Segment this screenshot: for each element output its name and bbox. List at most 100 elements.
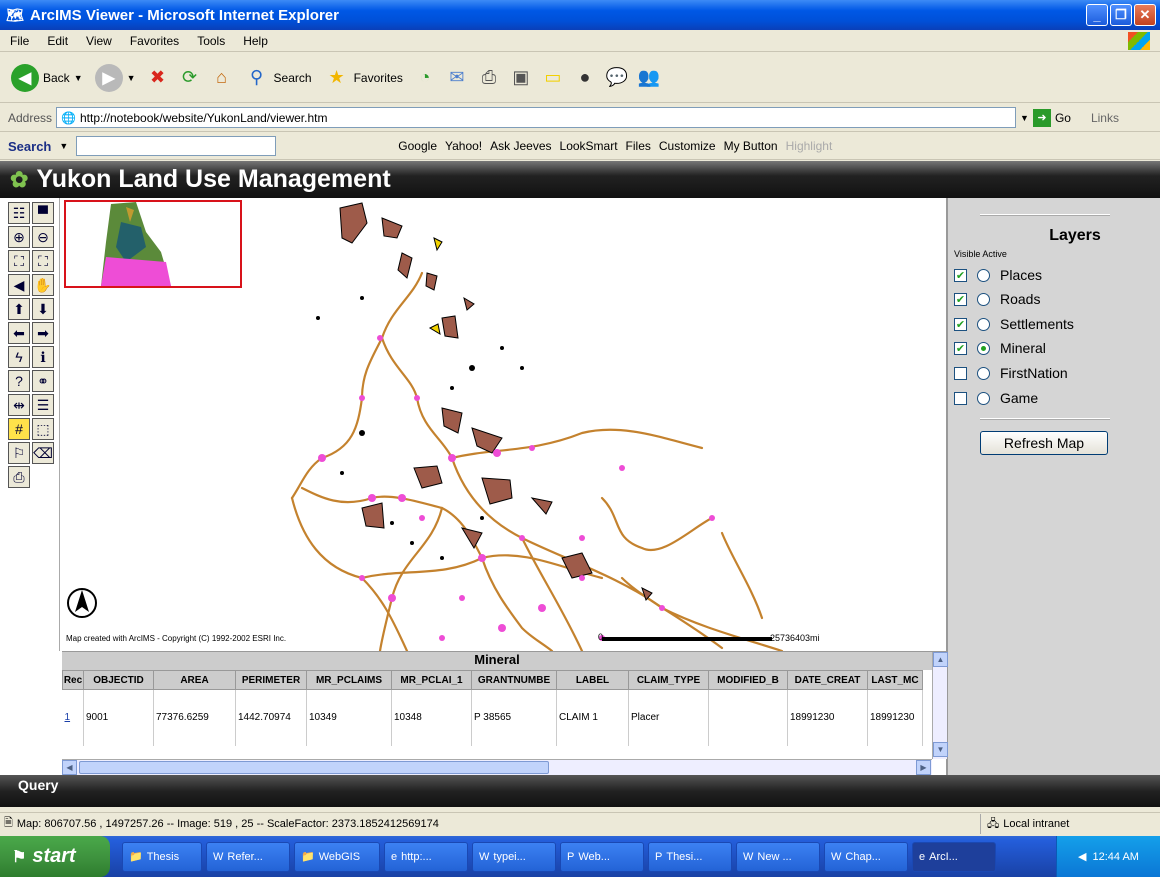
print-icon[interactable]: ⎙ bbox=[476, 65, 502, 91]
scroll-down-icon[interactable]: ▼ bbox=[933, 742, 948, 757]
search-dropdown-icon[interactable]: ▼ bbox=[59, 141, 68, 151]
minimize-button[interactable]: _ bbox=[1086, 4, 1108, 26]
overview-map[interactable] bbox=[64, 200, 242, 288]
menu-file[interactable]: File bbox=[10, 34, 29, 48]
start-button[interactable]: ⚑ start bbox=[0, 836, 110, 877]
clear-selection-icon[interactable]: ⌫ bbox=[32, 442, 54, 464]
title-bar[interactable]: 🗺 ArcIMS Viewer - Microsoft Internet Exp… bbox=[0, 0, 1160, 30]
print-map-icon[interactable]: ⎙ bbox=[8, 466, 30, 488]
askjeeves-button[interactable]: Ask Jeeves bbox=[490, 139, 551, 153]
firstnation-visible-checkbox[interactable] bbox=[954, 366, 967, 380]
tray-arrow-icon[interactable]: ◀ bbox=[1078, 850, 1086, 863]
address-input[interactable]: 🌐 http://notebook/website/YukonLand/view… bbox=[56, 107, 1017, 128]
measure-icon[interactable]: ⇹ bbox=[8, 394, 30, 416]
find-binoculars-icon[interactable]: ⚭ bbox=[32, 370, 54, 392]
settlements-active-radio[interactable] bbox=[977, 317, 990, 331]
pan-east-icon[interactable]: ➡ bbox=[32, 322, 54, 344]
discuss-icon[interactable]: 💬 bbox=[604, 65, 630, 91]
pan-west-icon[interactable]: ⬅ bbox=[8, 322, 30, 344]
task-thesis-folder[interactable]: 📁 Thesis bbox=[122, 841, 202, 872]
task-webgis-folder[interactable]: 📁 WebGIS bbox=[294, 841, 380, 872]
refresh-icon[interactable]: ⟳ bbox=[177, 65, 203, 91]
favorites-button[interactable]: ★ Favorites bbox=[321, 60, 406, 96]
mineral-visible-checkbox[interactable]: ✔ bbox=[954, 341, 967, 355]
forward-dropdown-icon[interactable]: ▼ bbox=[127, 73, 136, 83]
pan-hand-icon[interactable]: ✋ bbox=[32, 274, 54, 296]
task-typei-doc[interactable]: Wtypei... bbox=[472, 841, 556, 872]
yahoo-button[interactable]: Yahoo! bbox=[445, 139, 482, 153]
select-shape-icon[interactable]: ⚐ bbox=[8, 442, 30, 464]
task-thesis-presentation[interactable]: P Thesi... bbox=[648, 841, 732, 872]
menu-favorites[interactable]: Favorites bbox=[130, 34, 179, 48]
maximize-button[interactable]: ❐ bbox=[1110, 4, 1132, 26]
pan-south-icon[interactable]: ⬇ bbox=[32, 298, 54, 320]
menu-view[interactable]: View bbox=[86, 34, 112, 48]
highlight-button[interactable]: Highlight bbox=[786, 139, 833, 153]
toggle-legend-icon[interactable]: ☷ bbox=[8, 202, 30, 224]
select-grid-icon[interactable]: # bbox=[8, 418, 30, 440]
messenger-icon[interactable]: ● bbox=[572, 65, 598, 91]
edit-icon[interactable]: ▣ bbox=[508, 65, 534, 91]
back-dropdown-icon[interactable]: ▼ bbox=[74, 73, 83, 83]
vertical-scrollbar[interactable]: ▲ ▼ bbox=[932, 652, 948, 759]
full-extent-icon[interactable]: ⛶ bbox=[8, 250, 30, 272]
google-button[interactable]: Google bbox=[398, 139, 437, 153]
looksmart-button[interactable]: LookSmart bbox=[560, 139, 618, 153]
home-icon[interactable]: ⌂ bbox=[209, 65, 235, 91]
record-link[interactable]: 1 bbox=[62, 689, 84, 746]
identify-icon[interactable]: ℹ bbox=[32, 346, 54, 368]
hyperlink-icon[interactable]: ϟ bbox=[8, 346, 30, 368]
toggle-overview-icon[interactable]: ▀ bbox=[32, 202, 54, 224]
task-arcims-viewer[interactable]: e ArcI... bbox=[912, 841, 996, 872]
roads-active-radio[interactable] bbox=[977, 292, 990, 306]
horizontal-scrollbar[interactable]: ◀ ▶ bbox=[62, 759, 932, 775]
firstnation-active-radio[interactable] bbox=[977, 366, 990, 380]
pan-north-icon[interactable]: ⬆ bbox=[8, 298, 30, 320]
game-active-radio[interactable] bbox=[977, 391, 990, 405]
places-visible-checkbox[interactable]: ✔ bbox=[954, 268, 967, 282]
menu-edit[interactable]: Edit bbox=[47, 34, 68, 48]
back-button[interactable]: ◀ Back ▼ bbox=[8, 60, 86, 96]
menu-help[interactable]: Help bbox=[243, 34, 268, 48]
customize-button[interactable]: Customize bbox=[659, 139, 716, 153]
scroll-thumb[interactable] bbox=[79, 761, 549, 774]
menu-tools[interactable]: Tools bbox=[197, 34, 225, 48]
go-arrow-icon[interactable]: ➜ bbox=[1032, 108, 1051, 127]
refresh-map-button[interactable]: Refresh Map bbox=[980, 431, 1108, 455]
scroll-up-icon[interactable]: ▲ bbox=[933, 652, 948, 667]
links-button[interactable]: Links bbox=[1091, 111, 1119, 125]
my-search-label[interactable]: Search bbox=[8, 139, 51, 154]
task-chapter-doc[interactable]: W Chap... bbox=[824, 841, 908, 872]
forward-button[interactable]: ▶ ▼ bbox=[92, 60, 139, 96]
mail-icon[interactable]: ✉ bbox=[444, 65, 470, 91]
users-icon[interactable]: 👥 bbox=[636, 65, 662, 91]
files-button[interactable]: Files bbox=[626, 139, 651, 153]
mineral-active-radio[interactable] bbox=[977, 341, 990, 355]
task-web-presentation[interactable]: P Web... bbox=[560, 841, 644, 872]
address-dropdown-icon[interactable]: ▼ bbox=[1020, 113, 1029, 123]
search-input[interactable] bbox=[76, 136, 277, 156]
roads-visible-checkbox[interactable]: ✔ bbox=[954, 292, 967, 306]
map-view[interactable]: Map created with ArcIMS - Copyright (C) … bbox=[62, 198, 946, 651]
notes-icon[interactable]: ▭ bbox=[540, 65, 566, 91]
task-http-browser[interactable]: e http:... bbox=[384, 841, 468, 872]
history-icon[interactable]: ◔ bbox=[412, 65, 438, 91]
close-button[interactable]: ✕ bbox=[1134, 4, 1156, 26]
zoom-out-icon[interactable]: ⊖ bbox=[32, 226, 54, 248]
scroll-left-icon[interactable]: ◀ bbox=[62, 760, 77, 775]
set-units-icon[interactable]: ☰ bbox=[32, 394, 54, 416]
my-button[interactable]: My Button bbox=[724, 139, 778, 153]
zoom-previous-icon[interactable]: ◀ bbox=[8, 274, 30, 296]
go-button[interactable]: Go bbox=[1055, 111, 1071, 125]
search-button[interactable]: ⚲ Search bbox=[241, 60, 315, 96]
zoom-in-icon[interactable]: ⊕ bbox=[8, 226, 30, 248]
zoom-active-icon[interactable]: ⛶ bbox=[32, 250, 54, 272]
scroll-right-icon[interactable]: ▶ bbox=[916, 760, 931, 775]
task-references-doc[interactable]: W Refer... bbox=[206, 841, 290, 872]
task-new-doc[interactable]: W New ... bbox=[736, 841, 820, 872]
settlements-visible-checkbox[interactable]: ✔ bbox=[954, 317, 967, 331]
select-rectangle-icon[interactable]: ⬚ bbox=[32, 418, 54, 440]
places-active-radio[interactable] bbox=[977, 268, 990, 282]
game-visible-checkbox[interactable] bbox=[954, 391, 967, 405]
query-icon[interactable]: ? bbox=[8, 370, 30, 392]
